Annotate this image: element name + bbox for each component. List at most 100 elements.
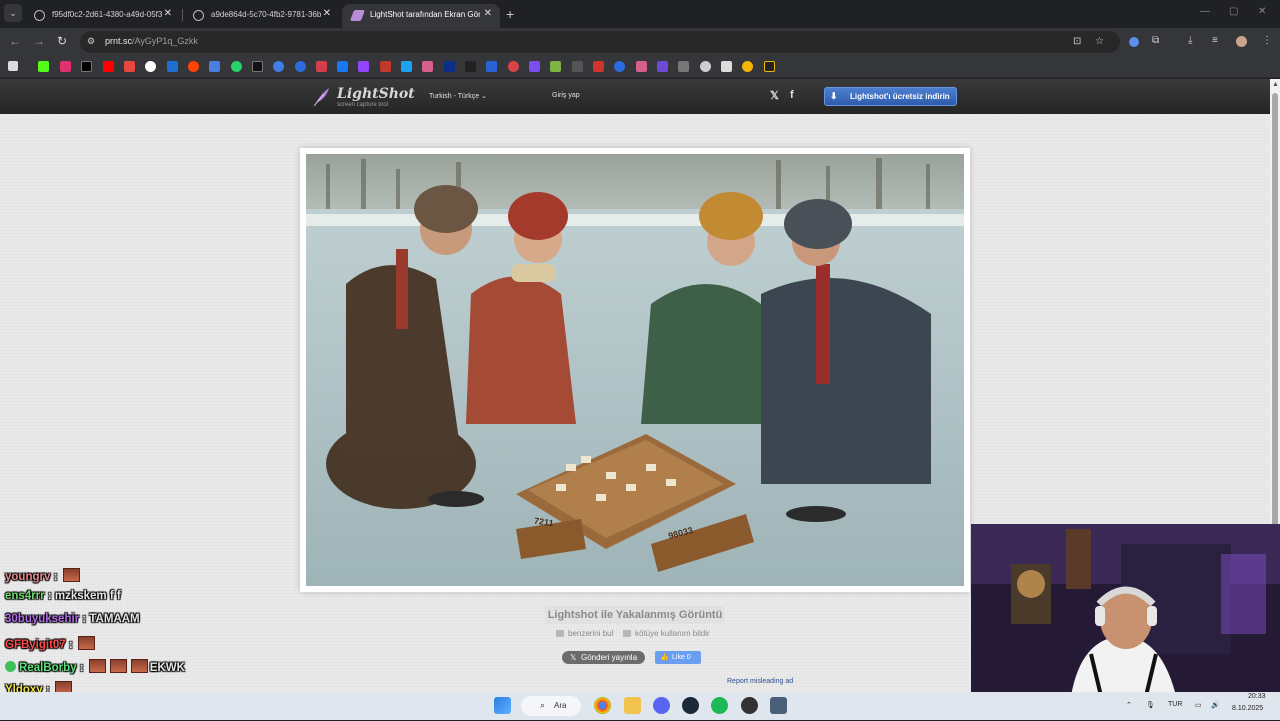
gmail-icon[interactable] <box>124 61 135 72</box>
tab-close-icon[interactable]: ✕ <box>323 8 331 19</box>
extensions-puzzle-icon[interactable]: ⧉ <box>1152 35 1159 46</box>
google-icon[interactable] <box>145 61 156 72</box>
forward-arrow-icon[interactable]: → <box>33 34 45 48</box>
share-on-x-button[interactable]: 𝕏 Gönderi yayınla <box>562 651 645 664</box>
bookmark-icon[interactable] <box>444 61 455 72</box>
bookmark-icon[interactable] <box>252 61 263 72</box>
translate-icon[interactable] <box>209 61 220 72</box>
bookmark-icon[interactable] <box>614 61 625 72</box>
bookmark-icon[interactable] <box>636 61 647 72</box>
chevron-down-icon: ⌄ <box>481 93 488 100</box>
extension-icon[interactable] <box>1129 37 1139 47</box>
lightshot-feather-icon <box>349 10 366 21</box>
volume-icon[interactable]: 🔊 <box>1211 701 1220 709</box>
discord-icon[interactable] <box>653 697 670 714</box>
whatsapp-icon[interactable] <box>231 61 242 72</box>
screenshot-image[interactable]: 7211 98033 <box>306 154 964 586</box>
report-abuse-link[interactable]: kötüye kullanım bildir <box>623 629 710 638</box>
bookmark-icon[interactable] <box>295 61 306 72</box>
input-language[interactable]: TUR <box>1168 701 1182 708</box>
new-tab-button[interactable]: + <box>506 6 514 22</box>
find-similar-link[interactable]: benzerini bul <box>556 629 613 638</box>
login-link[interactable]: Giriş yap <box>552 92 580 99</box>
bookmark-icon[interactable] <box>486 61 497 72</box>
close-window-icon[interactable]: ✕ <box>1258 6 1266 17</box>
steam-icon[interactable] <box>682 697 699 714</box>
reddit-icon[interactable] <box>188 61 199 72</box>
bookmark-icon[interactable] <box>508 61 519 72</box>
link-icon[interactable] <box>678 61 689 72</box>
report-ad-link[interactable]: Report misleading ad <box>727 678 793 685</box>
youtube-icon[interactable] <box>103 61 114 72</box>
thumbs-up-icon: 👍 <box>660 654 669 661</box>
file-explorer-icon[interactable] <box>624 697 641 714</box>
clock-time[interactable]: 20:33 <box>1248 693 1266 700</box>
bookmark-icon[interactable] <box>529 61 540 72</box>
site-header: LightShot screen capture tool Turkish - … <box>0 79 1270 114</box>
facebook-icon[interactable] <box>337 61 348 72</box>
apps-grid-icon[interactable] <box>8 61 18 71</box>
taskbar-search[interactable]: ⌕ Ara <box>521 696 581 716</box>
bookmark-icon[interactable] <box>700 61 711 72</box>
tab-2[interactable]: a9de864d-5c70-4fb2-9781-36b ✕ <box>183 4 339 28</box>
reload-icon[interactable]: ↻ <box>57 34 67 48</box>
bookmark-icon[interactable] <box>316 61 327 72</box>
instagram-icon[interactable] <box>60 61 71 72</box>
tab-title: a9de864d-5c70-4fb2-9781-36b <box>211 10 321 19</box>
chat-message: RealBorby : EKWK <box>5 659 185 677</box>
download-icon[interactable]: ⤓ <box>1188 35 1192 46</box>
microphone-icon[interactable]: 🎙 <box>1146 701 1155 709</box>
stack-icon[interactable] <box>721 61 732 72</box>
language-selector[interactable]: Turkish - Türkçe ⌄ <box>429 92 487 100</box>
site-info-icon[interactable]: ⚙ <box>87 36 98 47</box>
twitter-icon[interactable]: 𝕏 <box>770 89 779 102</box>
bookmark-star-icon[interactable]: ☆ <box>1095 36 1104 47</box>
bookmark-icon[interactable] <box>593 61 604 72</box>
menu-dots-icon[interactable]: ⋮ <box>1262 35 1272 46</box>
chat-message: GFByigit07 : <box>5 636 97 654</box>
maximize-icon[interactable]: ▢ <box>1229 6 1238 17</box>
bookmark-icon[interactable] <box>465 61 476 72</box>
lightshot-logo[interactable]: LightShot screen capture tool <box>312 85 415 111</box>
reading-list-icon[interactable]: ≡ <box>1212 35 1218 46</box>
tab-close-icon[interactable]: ✕ <box>164 8 172 19</box>
logo-subtitle: screen capture tool <box>337 102 389 108</box>
tab-3-active[interactable]: LightShot tarafından Ekran Görü ✕ <box>342 4 500 28</box>
bookmark-icon[interactable] <box>550 61 561 72</box>
twitch-icon[interactable] <box>358 61 369 72</box>
bookmark-icon[interactable] <box>273 61 284 72</box>
start-windows-icon[interactable] <box>494 697 511 714</box>
bookmark-icon[interactable] <box>401 61 412 72</box>
kick-icon[interactable] <box>38 61 49 72</box>
install-app-icon[interactable]: ⊡ <box>1073 36 1081 47</box>
chrome-icon[interactable] <box>594 697 611 714</box>
image-caption: Lightshot ile Yakalanmış Görüntü <box>545 606 725 624</box>
spotify-icon[interactable] <box>711 697 728 714</box>
x-icon[interactable] <box>81 61 92 72</box>
profile-avatar[interactable] <box>1236 36 1247 47</box>
tab-1[interactable]: f95df0c2-2d61-4380-a49d-05f3 ✕ <box>24 4 180 28</box>
download-lightshot-button[interactable]: ⬇ Lightshot'ı ücretsiz indirin <box>824 87 957 106</box>
tab-close-icon[interactable]: ✕ <box>484 8 492 19</box>
painting-card-players-on-ice <box>306 154 964 586</box>
facebook-icon[interactable]: f <box>790 89 794 101</box>
bookmark-icon[interactable] <box>572 61 583 72</box>
back-arrow-icon[interactable]: ← <box>9 34 21 48</box>
bookmark-icon[interactable] <box>764 61 775 72</box>
clock-date[interactable]: 8.10.2025 <box>1232 705 1263 712</box>
facebook-like-button[interactable]: 👍 Like 0 <box>655 651 701 664</box>
address-bar[interactable]: ⚙ prnt.sc/AyGyP1q_Gzkk ⊡ ☆ <box>80 31 1120 53</box>
bookmark-icon[interactable] <box>422 61 433 72</box>
bookmark-icon[interactable] <box>380 61 391 72</box>
tab-search-button[interactable]: ⌄ <box>4 4 22 22</box>
bookmark-icon[interactable] <box>657 61 668 72</box>
scroll-up-arrow-icon[interactable]: ▲ <box>1272 81 1279 88</box>
outlook-icon[interactable] <box>167 61 178 72</box>
bookmark-icon[interactable] <box>742 61 753 72</box>
scroll-thumb[interactable] <box>1272 93 1278 533</box>
tray-overflow-chevron-icon[interactable]: ⌃ <box>1126 701 1132 709</box>
minimize-icon[interactable]: — <box>1200 6 1210 17</box>
calculator-icon[interactable] <box>770 697 787 714</box>
network-icon[interactable]: ▭ <box>1195 701 1202 709</box>
obs-icon[interactable] <box>741 697 758 714</box>
